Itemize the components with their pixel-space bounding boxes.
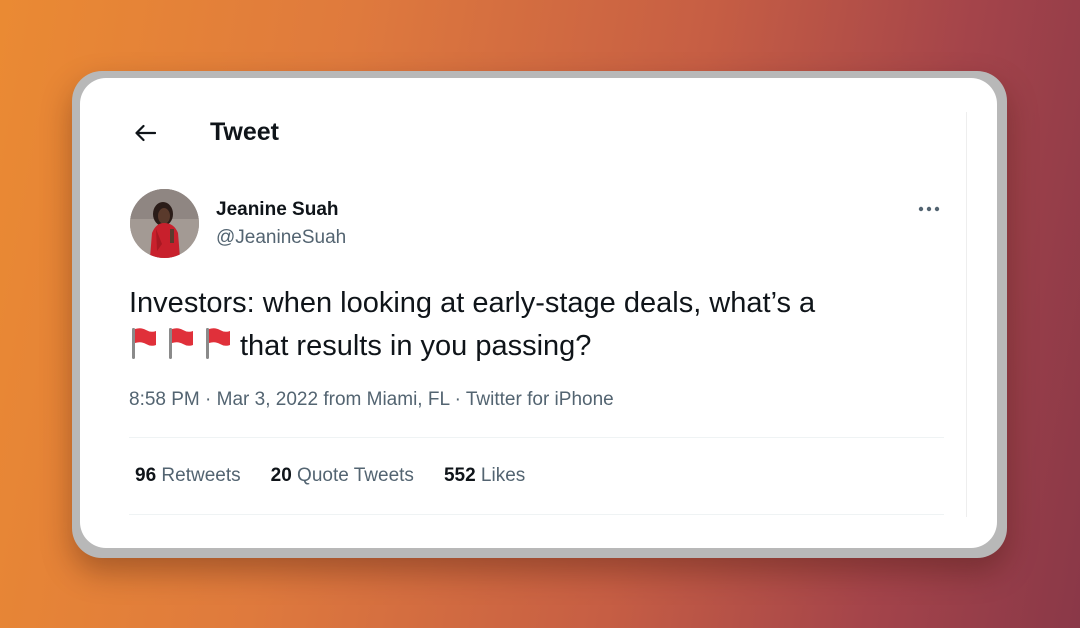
tweet-time[interactable]: 8:58 PM [129, 389, 200, 410]
retweets-label: Retweets [161, 465, 241, 486]
likes-stat[interactable]: 552 Likes [444, 465, 525, 487]
tweet-text: Investors: when looking at early-stage d… [129, 282, 949, 368]
red-flag-icon [166, 326, 194, 360]
author-name[interactable]: Jeanine Suah [216, 199, 339, 221]
divider [129, 437, 944, 438]
red-flag-icon [203, 326, 231, 360]
likes-label: Likes [480, 465, 526, 486]
meta-from: from [323, 389, 362, 410]
back-button[interactable] [128, 118, 162, 152]
meta-separator: · [199, 389, 217, 410]
retweets-count: 96 [135, 465, 157, 486]
meta-separator: · [449, 389, 466, 410]
flags-group [129, 326, 231, 360]
quote-tweets-count: 20 [270, 465, 292, 486]
avatar[interactable] [130, 189, 199, 258]
tweet-card: Tweet Jeanine Suah @JeanineSuah Investor… [80, 78, 997, 548]
tweet-meta: 8:58 PM · Mar 3, 2022 from Miami, FL · T… [129, 389, 614, 411]
likes-count: 552 [443, 465, 476, 486]
divider [129, 514, 944, 515]
page-title: Tweet [210, 118, 279, 146]
quote-tweets-stat[interactable]: 20 Quote Tweets [271, 465, 414, 487]
tweet-stats: 96 Retweets 20 Quote Tweets 552 Likes [135, 465, 525, 487]
author-handle[interactable]: @JeanineSuah [216, 227, 346, 249]
tweet-source[interactable]: Twitter for iPhone [466, 389, 614, 410]
retweets-stat[interactable]: 96 Retweets [135, 465, 241, 487]
quote-tweets-label: Quote Tweets [297, 465, 414, 486]
card-edge-line [966, 112, 967, 517]
tweet-line-1: Investors: when looking at early-stage d… [129, 287, 816, 319]
tweet-header: Tweet [80, 78, 997, 188]
more-options-button[interactable] [912, 196, 946, 220]
tweet-line-2-text: that results in you passing? [240, 330, 592, 362]
tweet-location[interactable]: Miami, FL [367, 389, 450, 410]
tweet-line-2: that results in you passing? [129, 325, 949, 368]
tweet-date[interactable]: Mar 3, 2022 [217, 389, 318, 410]
arrow-left-icon [134, 124, 157, 147]
red-flag-icon [129, 326, 157, 360]
profile-photo [130, 189, 199, 258]
more-horizontal-icon [918, 199, 940, 217]
